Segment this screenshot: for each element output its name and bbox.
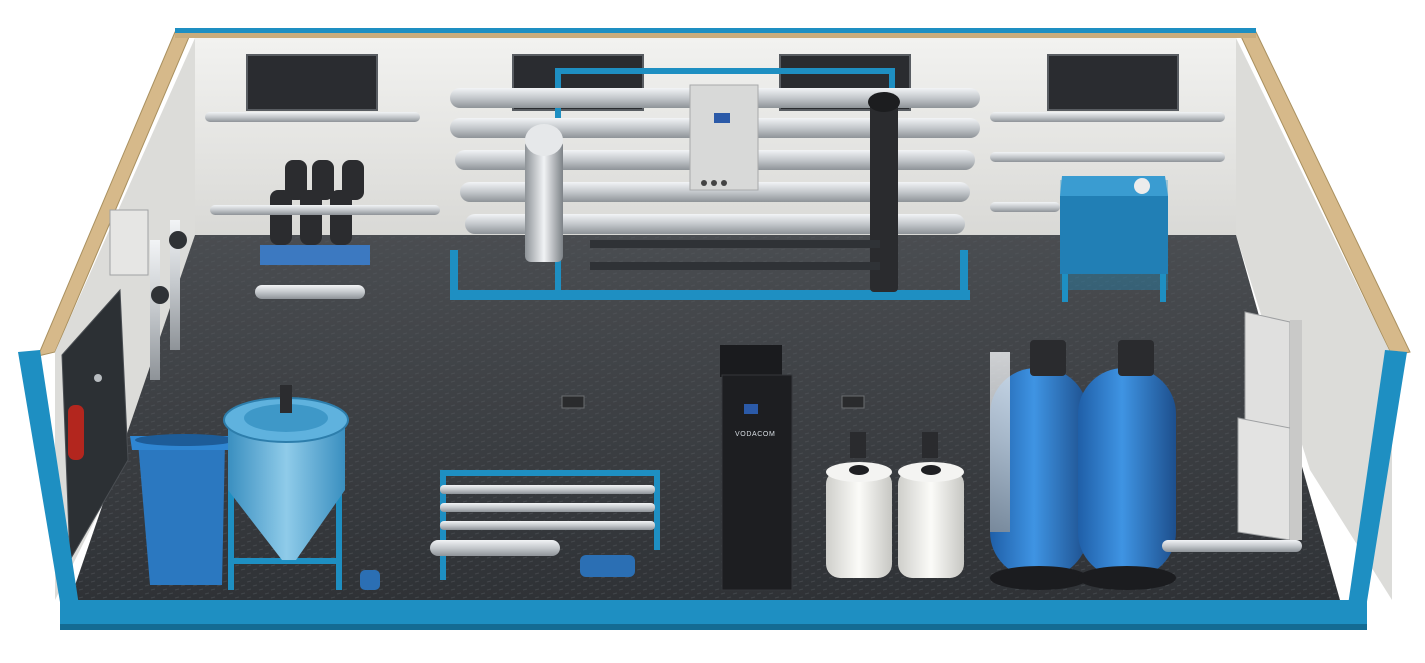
floor-drain: [561, 395, 585, 409]
control-display: [714, 113, 730, 123]
control-cabinet: [689, 84, 759, 191]
fire-extinguisher: [68, 405, 84, 460]
water-treatment-container-render: VODACOM: [18, 28, 1411, 630]
cartridge-filter: [525, 140, 563, 262]
cone-clarifier-tank: [223, 385, 349, 590]
window: [246, 54, 378, 111]
window: [1047, 54, 1179, 111]
frame-bottom: [60, 600, 1367, 628]
electrolysis-cabinet: VODACOM: [720, 345, 793, 591]
unit-display: [744, 404, 758, 414]
door-handle: [94, 374, 102, 382]
floor-drain: [841, 395, 865, 409]
permeate-tank: [1060, 176, 1168, 302]
brand-label: VODACOM: [735, 431, 775, 438]
electrical-cabinets: [1237, 311, 1302, 541]
